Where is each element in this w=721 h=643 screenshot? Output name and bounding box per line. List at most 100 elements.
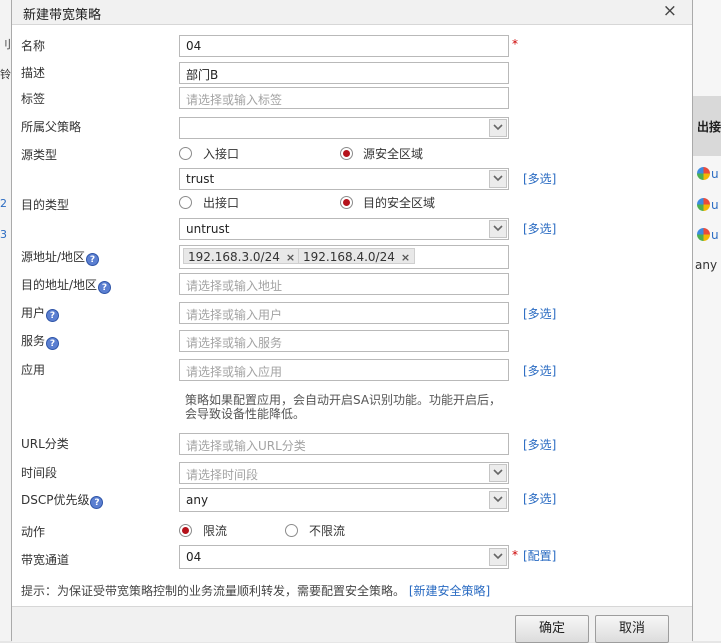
source-address-label: 源地址/地区? [21, 248, 100, 266]
help-icon[interactable]: ? [46, 309, 60, 322]
bandwidth-channel-select[interactable]: 04 [179, 545, 509, 569]
application-note: 策略如果配置应用，会自动开启SA识别功能。功能开启后，会导致设备性能降低。 [185, 393, 502, 421]
background-right-panel: 出接 u u u any [692, 0, 721, 641]
chevron-down-icon[interactable] [489, 119, 507, 137]
radio-source-zone[interactable] [340, 147, 353, 160]
destination-zone-value: untrust [186, 222, 230, 236]
application-multi-select-link[interactable]: [多选] [523, 362, 556, 379]
address-tag: 192.168.4.0/24 × [298, 248, 416, 264]
application-placeholder: 请选择或输入应用 [186, 365, 283, 379]
url-category-label: URL分类 [21, 437, 69, 451]
dialog-title: 新建带宽策略 [23, 8, 102, 23]
name-value: 04 [186, 39, 202, 53]
service-field[interactable]: 请选择或输入服务 [179, 330, 509, 352]
bandwidth-channel-value: 04 [186, 550, 202, 564]
source-type-label: 源类型 [21, 148, 58, 162]
user-placeholder: 请选择或输入用户 [186, 308, 283, 322]
chevron-down-icon[interactable] [489, 220, 507, 238]
name-field[interactable]: 04 [179, 35, 509, 57]
radio-source-interface[interactable] [179, 147, 192, 160]
new-security-policy-link[interactable]: [新建安全策略] [409, 584, 490, 598]
user-multi-select-link[interactable]: [多选] [523, 305, 556, 322]
service-placeholder: 请选择或输入服务 [186, 336, 283, 350]
radio-destination-interface[interactable] [179, 196, 192, 209]
close-icon[interactable]: × [663, 1, 677, 21]
background-row-text: any [695, 258, 718, 272]
dscp-select[interactable]: any [179, 488, 509, 512]
time-range-select[interactable]: 请选择时间段 [179, 462, 509, 484]
dscp-value: any [186, 493, 209, 507]
background-row-link[interactable]: u [697, 228, 719, 242]
radio-destination-zone[interactable] [340, 196, 353, 209]
destination-zone-multi-select-link[interactable]: [多选] [523, 220, 556, 237]
desc-field[interactable]: 部门B [179, 62, 509, 84]
zone-icon [697, 167, 710, 180]
background-column-header: 出接 [692, 96, 721, 156]
url-category-multi-select-link[interactable]: [多选] [523, 436, 556, 453]
action-label: 动作 [21, 525, 46, 539]
bandwidth-channel-label: 带宽通道 [21, 553, 70, 567]
tag-placeholder: 请选择或输入标签 [186, 93, 283, 107]
tag-label: 标签 [21, 92, 46, 106]
application-label: 应用 [21, 363, 46, 377]
url-category-field[interactable]: 请选择或输入URL分类 [179, 433, 509, 455]
background-row-link[interactable]: u [697, 167, 719, 181]
user-field[interactable]: 请选择或输入用户 [179, 302, 509, 324]
destination-address-label: 目的地址/地区? [21, 276, 112, 294]
required-mark: * [512, 37, 518, 51]
security-policy-tip: 提示：为保证受带宽策略控制的业务流量顺利转发，需要配置安全策略。 [新建安全策略… [21, 584, 491, 598]
radio-rate-limit-label: 限流 [203, 524, 228, 538]
help-icon[interactable]: ? [86, 253, 100, 266]
destination-address-placeholder: 请选择或输入地址 [186, 279, 283, 293]
dialog-footer: 确定 取消 [12, 606, 692, 643]
parent-policy-label: 所属父策略 [21, 120, 82, 134]
background-fragment: 3 [0, 228, 7, 241]
radio-destination-interface-label: 出接口 [203, 196, 240, 210]
zone-icon [697, 198, 710, 211]
background-fragment: 刂 [0, 38, 11, 51]
source-address-field[interactable]: 192.168.3.0/24 × 192.168.4.0/24 × [179, 245, 509, 269]
time-range-label: 时间段 [21, 466, 58, 480]
chevron-down-icon[interactable] [489, 548, 507, 566]
source-zone-value: trust [186, 172, 215, 186]
chevron-down-icon[interactable] [489, 170, 507, 188]
chevron-down-icon[interactable] [489, 464, 507, 482]
time-range-placeholder: 请选择时间段 [186, 468, 259, 482]
service-label: 服务? [21, 332, 60, 350]
url-category-placeholder: 请选择或输入URL分类 [186, 439, 306, 453]
help-icon[interactable]: ? [46, 337, 60, 350]
dscp-multi-select-link[interactable]: [多选] [523, 490, 556, 507]
address-tag: 192.168.3.0/24 × [183, 248, 301, 264]
chevron-down-icon[interactable] [489, 491, 507, 509]
radio-source-zone-label: 源安全区域 [363, 147, 424, 161]
desc-value: 部门B [186, 68, 219, 82]
remove-tag-icon[interactable]: × [286, 251, 295, 264]
destination-address-field[interactable]: 请选择或输入地址 [179, 273, 509, 295]
new-bandwidth-policy-dialog: 新建带宽策略 × 名称 04 * 描述 部门B 标签 请选择或输入标签 所属父策… [11, 0, 693, 643]
parent-policy-select[interactable] [179, 117, 509, 139]
destination-type-label: 目的类型 [21, 198, 70, 212]
radio-source-interface-label: 入接口 [203, 147, 240, 161]
radio-rate-limit[interactable] [179, 524, 192, 537]
application-field[interactable]: 请选择或输入应用 [179, 359, 509, 381]
remove-tag-icon[interactable]: × [401, 251, 410, 264]
help-icon[interactable]: ? [98, 281, 112, 294]
radio-no-limit[interactable] [285, 524, 298, 537]
ok-button[interactable]: 确定 [515, 615, 589, 643]
help-icon[interactable]: ? [90, 496, 104, 509]
bandwidth-channel-config-link[interactable]: [配置] [523, 547, 556, 564]
source-zone-select[interactable]: trust [179, 168, 509, 190]
background-fragment: 铃 [0, 68, 11, 81]
source-zone-multi-select-link[interactable]: [多选] [523, 170, 556, 187]
required-mark: * [512, 548, 518, 562]
dscp-label: DSCP优先级? [21, 491, 104, 509]
destination-zone-select[interactable]: untrust [179, 218, 509, 240]
radio-no-limit-label: 不限流 [309, 524, 346, 538]
name-label: 名称 [21, 39, 46, 53]
tag-field[interactable]: 请选择或输入标签 [179, 87, 509, 109]
desc-label: 描述 [21, 66, 46, 80]
background-row-link[interactable]: u [697, 198, 719, 212]
user-label: 用户? [21, 304, 60, 322]
cancel-button[interactable]: 取消 [595, 615, 669, 643]
dialog-titlebar: 新建带宽策略 × [12, 0, 692, 25]
